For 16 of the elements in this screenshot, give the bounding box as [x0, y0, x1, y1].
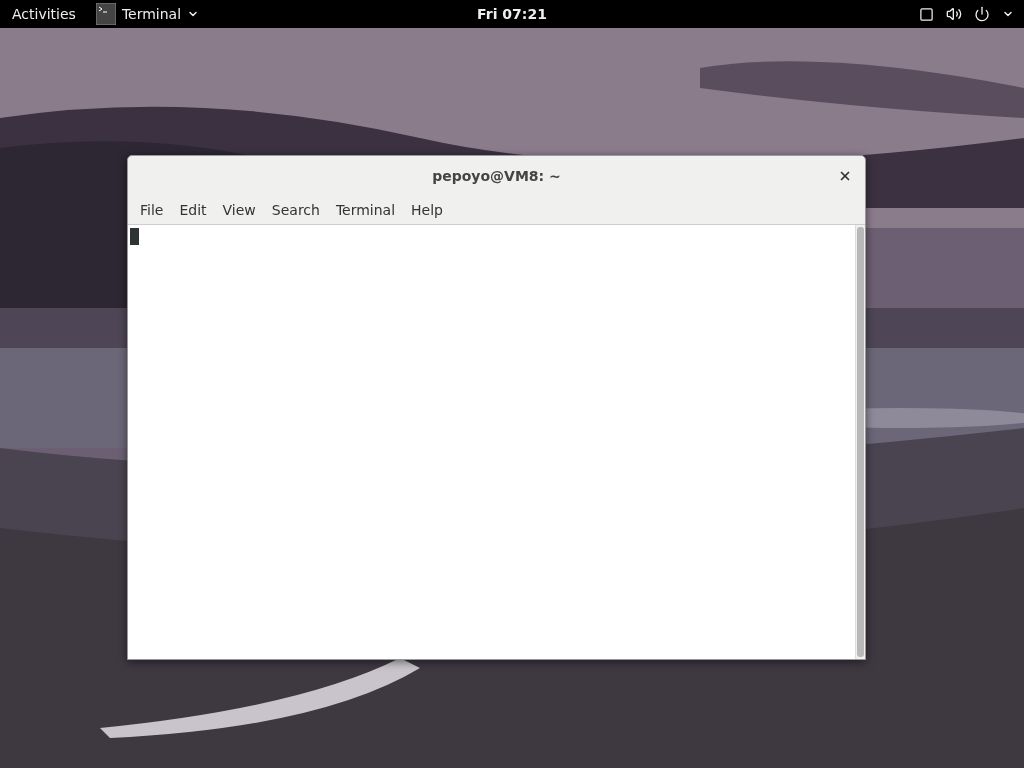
window-title: pepoyo@VM8: ~: [432, 168, 561, 184]
menu-item[interactable]: Edit: [171, 202, 215, 218]
menu-item[interactable]: File: [132, 202, 172, 218]
volume-icon[interactable]: [946, 6, 962, 22]
scrollbar[interactable]: [855, 225, 865, 659]
menu-item[interactable]: View: [214, 202, 264, 218]
menu-item[interactable]: Help: [403, 202, 451, 218]
text-cursor: [130, 228, 139, 245]
window-icon[interactable]: [919, 6, 934, 22]
clock[interactable]: Fri 07:21: [477, 6, 547, 22]
menu-item[interactable]: Terminal: [327, 202, 404, 218]
power-icon[interactable]: [974, 6, 990, 22]
menu-item[interactable]: Search: [263, 202, 328, 218]
terminal-icon: [95, 3, 116, 25]
activities-button[interactable]: Activities: [0, 6, 88, 22]
app-menu[interactable]: Terminal: [121, 6, 182, 22]
